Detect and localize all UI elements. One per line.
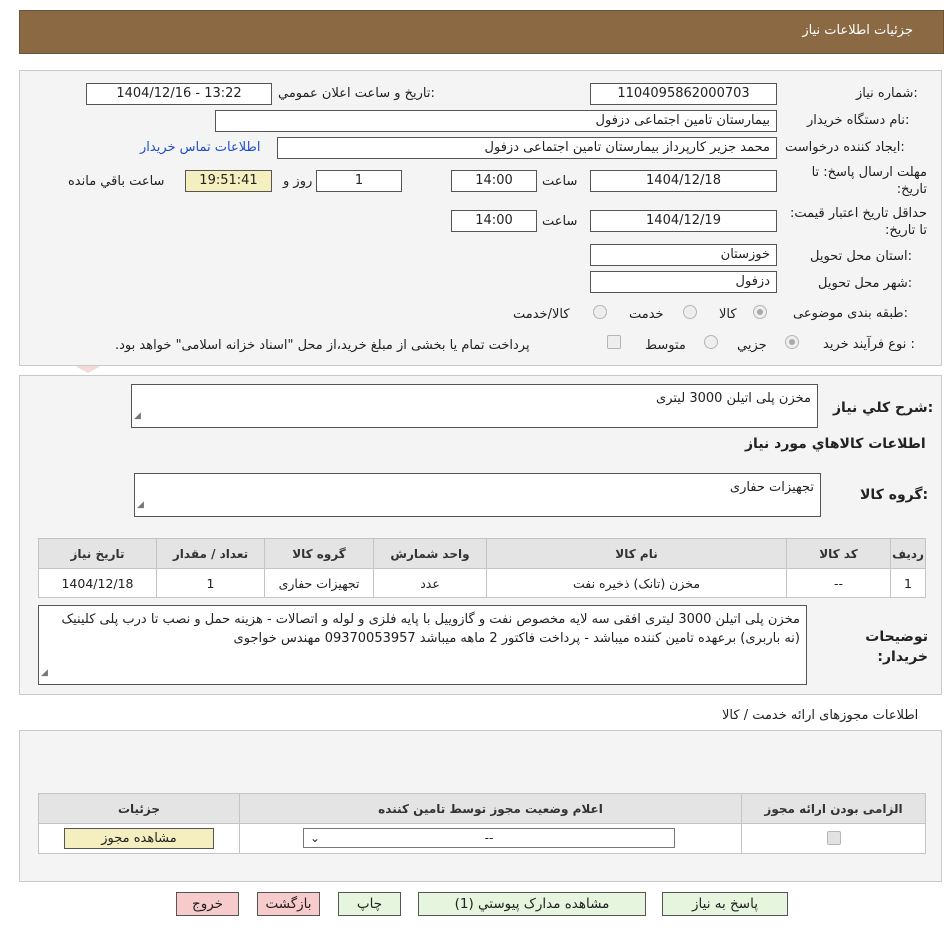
cell-item-code: -- — [786, 568, 891, 598]
city-field[interactable]: دزفول — [590, 271, 777, 293]
validity-time-field[interactable]: 14:00 — [451, 210, 537, 232]
days-label: روز و — [283, 174, 313, 189]
goods-group-text: تجهیزات حفاری — [729, 480, 814, 495]
buyer-org-field[interactable]: بیمارستان تامین اجتماعی دزفول — [215, 110, 777, 132]
col-goods-group: گروه کالا — [264, 538, 374, 569]
cell-unit: عدد — [373, 568, 487, 598]
province-field[interactable]: خوزستان — [590, 244, 777, 266]
page-header: جزئيات اطلاعات نياز — [19, 10, 944, 54]
permits-section-title: اطلاعات مجوزهای ارائه خدمت / کالا — [722, 708, 919, 723]
col-unit: واحد شمارش — [373, 538, 487, 569]
cell-permit-required — [741, 823, 926, 854]
validity-date-field[interactable]: 1404/12/19 — [590, 210, 777, 232]
permit-required-checkbox — [827, 831, 841, 845]
process-option-minor: جزيي — [737, 338, 767, 353]
deadline-time-field[interactable]: 14:00 — [451, 170, 537, 192]
print-button[interactable]: چاپ — [338, 892, 401, 916]
permits-table-header-row: الزامی بودن ارائه مجوز اعلام وضعیت مجوز … — [38, 793, 926, 824]
table-row[interactable]: 1 -- مخزن (تانک) ذخیره نفت عدد تجهیزات ح… — [38, 568, 926, 598]
validity-time-label: ساعت — [542, 214, 578, 229]
category-option-goods: کالا — [719, 307, 737, 322]
cell-permit-status: -- ⌄ — [239, 823, 742, 854]
category-radio-service[interactable] — [683, 305, 697, 319]
col-permit-details: جزئیات — [38, 793, 240, 824]
cell-row-number: 1 — [890, 568, 926, 598]
process-label: نوع فرآيند خريد : — [823, 337, 915, 352]
deadline-label: مهلت ارسال پاسخ: تا تاريخ: — [811, 165, 927, 197]
treasury-checkbox[interactable] — [607, 335, 621, 349]
process-option-medium: متوسط — [645, 338, 686, 353]
permit-status-select[interactable]: -- ⌄ — [303, 828, 675, 848]
cell-quantity: 1 — [156, 568, 265, 598]
category-option-goods-service: کالا/خدمت — [513, 307, 570, 322]
goods-group-label: گروه کالا: — [860, 487, 929, 503]
reply-button[interactable]: پاسخ به نياز — [662, 892, 788, 916]
province-label: استان محل تحويل: — [810, 249, 912, 264]
exit-button[interactable]: خروج — [176, 892, 239, 916]
view-permit-button[interactable]: مشاهده مجوز — [64, 828, 214, 849]
col-permit-required: الزامی بودن ارائه مجوز — [741, 793, 926, 824]
need-number-label: شماره نياز: — [856, 86, 918, 101]
remaining-time-field: 19:51:41 — [185, 170, 272, 192]
permit-status-value: -- — [484, 831, 494, 845]
validity-label: حداقل تاريخ اعتبار قيمت: تا تاريخ: — [789, 206, 927, 238]
cell-need-date: 1404/12/18 — [38, 568, 157, 598]
resize-grip-icon[interactable]: ◢ — [137, 496, 144, 515]
cell-permit-details: مشاهده مجوز — [38, 823, 240, 854]
resize-grip-icon[interactable]: ◢ — [134, 407, 141, 426]
general-description-text: مخزن پلی اتیلن 3000 لیتری — [656, 391, 811, 406]
treasury-note: پرداخت تمام يا بخشی از مبلغ خريد،از محل … — [115, 338, 530, 353]
col-need-date: تاريخ نياز — [38, 538, 157, 569]
buyer-contact-link[interactable]: اطلاعات تماس خريدار — [140, 140, 260, 155]
items-table: رديف کد کالا نام کالا واحد شمارش گروه کا… — [38, 538, 926, 598]
creator-label: ايجاد کننده درخواست: — [785, 140, 905, 155]
col-row-number: رديف — [890, 538, 926, 569]
permits-table: الزامی بودن ارائه مجوز اعلام وضعیت مجوز … — [38, 793, 926, 854]
items-section-title: اطلاعات کالاهاي مورد نياز — [745, 436, 926, 452]
goods-group-field[interactable]: تجهیزات حفاری ◢ — [134, 473, 821, 517]
table-row: -- ⌄ مشاهده مجوز — [38, 823, 926, 854]
col-quantity: تعداد / مقدار — [156, 538, 265, 569]
buyer-notes-text: مخزن پلی اتیلن 3000 لیتری افقی سه لایه م… — [61, 612, 800, 646]
category-label: طبقه بندی موضوعی: — [793, 306, 909, 321]
view-attachments-button[interactable]: مشاهده مدارک پيوستي (1) — [418, 892, 646, 916]
category-radio-goods-service[interactable] — [593, 305, 607, 319]
buyer-notes-field[interactable]: مخزن پلی اتیلن 3000 لیتری افقی سه لایه م… — [38, 605, 807, 685]
creator-field[interactable]: محمد جزیر کارپرداز بیمارستان تامین اجتما… — [277, 137, 777, 159]
remaining-label: ساعت باقي مانده — [68, 174, 165, 189]
days-remaining-field[interactable]: 1 — [316, 170, 402, 192]
back-button[interactable]: بازگشت — [257, 892, 320, 916]
col-permit-status: اعلام وضعیت مجوز توسط تامین کننده — [239, 793, 742, 824]
chevron-down-icon: ⌄ — [310, 831, 321, 845]
general-description-field[interactable]: مخزن پلی اتیلن 3000 لیتری ◢ — [131, 384, 818, 428]
resize-grip-icon[interactable]: ◢ — [41, 664, 48, 683]
category-option-service: خدمت — [629, 307, 664, 322]
buyer-org-label: نام دستگاه خريدار: — [807, 113, 910, 128]
deadline-date-field[interactable]: 1404/12/18 — [590, 170, 777, 192]
process-radio-medium[interactable] — [704, 335, 718, 349]
cell-item-name: مخزن (تانک) ذخیره نفت — [486, 568, 787, 598]
category-radio-goods[interactable] — [753, 305, 767, 319]
need-number-field[interactable]: 1104095862000703 — [590, 83, 777, 105]
process-radio-minor[interactable] — [785, 335, 799, 349]
page-title: جزئيات اطلاعات نياز — [802, 23, 913, 38]
announce-datetime-field[interactable]: 1404/12/16 - 13:22 — [86, 83, 272, 105]
cell-goods-group: تجهیزات حفاری — [264, 568, 374, 598]
items-table-header-row: رديف کد کالا نام کالا واحد شمارش گروه کا… — [38, 538, 926, 569]
deadline-time-label: ساعت — [542, 174, 578, 189]
col-item-name: نام کالا — [486, 538, 787, 569]
col-item-code: کد کالا — [786, 538, 891, 569]
announce-label: تاريخ و ساعت اعلان عمومي: — [278, 86, 435, 101]
buyer-notes-label: توضيحات خريدار: — [865, 629, 928, 665]
city-label: شهر محل تحويل: — [818, 276, 913, 291]
general-description-label: شرح کلي نياز: — [833, 400, 934, 416]
